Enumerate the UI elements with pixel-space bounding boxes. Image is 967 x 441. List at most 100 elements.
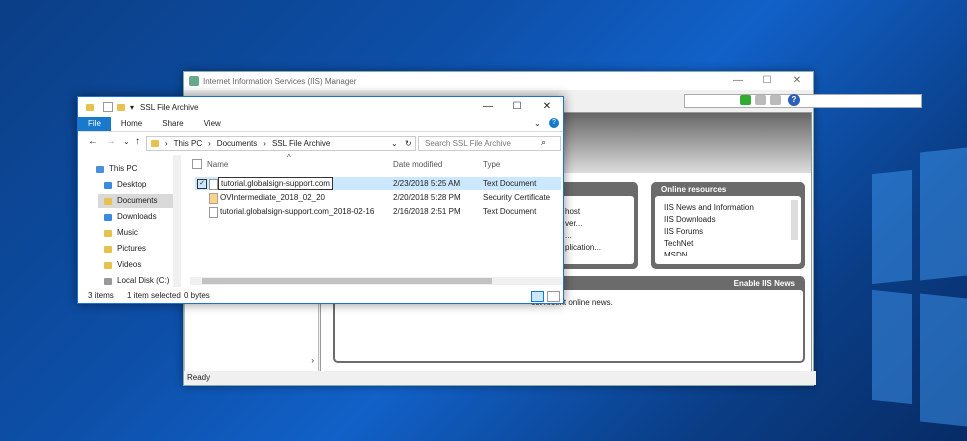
online-link[interactable]: IIS Downloads [664, 214, 754, 226]
explorer-maximize-button[interactable]: ☐ [502, 98, 532, 116]
panel-item[interactable]: ... [565, 230, 601, 242]
navigation-pane: This PC Desktop Documents Downloads Musi… [78, 155, 182, 287]
online-link[interactable]: IIS Forums [664, 226, 754, 238]
search-input[interactable]: Search SSL File Archive [418, 136, 561, 151]
online-link[interactable]: MSDN [664, 250, 754, 256]
refresh-icon[interactable] [770, 95, 781, 105]
iis-minimize-button[interactable]: — [723, 72, 753, 90]
column-header-type[interactable]: Type [483, 160, 500, 169]
online-link[interactable]: TechNet [664, 238, 754, 250]
iis-window-title: Internet Information Services (IIS) Mana… [203, 76, 357, 86]
iis-maximize-button[interactable]: ☐ [752, 72, 782, 90]
explorer-close-button[interactable]: ✕ [532, 98, 562, 116]
file-type: Text Document [483, 207, 537, 216]
sort-ascending-icon: ^ [287, 153, 291, 162]
sidebar-item-local-disk[interactable]: Local Disk (C:) [104, 274, 169, 288]
column-header-date[interactable]: Date modified [393, 160, 442, 169]
file-row[interactable]: OVIntermediate_2018_02_20 2/20/2018 5:28… [195, 191, 561, 204]
chevron-down-icon[interactable]: ⌄ [391, 139, 398, 148]
panel-item[interactable]: plication... [565, 242, 601, 254]
sidebar-item-this-pc[interactable]: This PC [96, 162, 137, 176]
file-name: OVIntermediate_2018_02_20 [220, 193, 325, 202]
documents-icon [104, 197, 112, 205]
folder-icon [151, 140, 159, 147]
horizontal-scrollbar[interactable] [190, 277, 562, 285]
explorer-window-title: SSL File Archive [140, 102, 199, 112]
scrollbar-thumb[interactable] [202, 278, 492, 284]
tab-file[interactable]: File [78, 117, 111, 131]
breadcrumb-item[interactable]: This PC [174, 139, 202, 148]
go-icon[interactable] [740, 95, 751, 105]
large-icons-view-icon[interactable] [547, 291, 560, 302]
scroll-right-icon[interactable]: › [311, 356, 314, 365]
certificate-icon [209, 193, 218, 204]
sidebar-item-music[interactable]: Music [104, 226, 138, 240]
row-checkbox[interactable]: ✓ [197, 179, 207, 189]
iis-address-bar[interactable] [684, 94, 922, 108]
iis-status-bar: Ready [184, 371, 816, 385]
sidebar-item-videos[interactable]: Videos [104, 258, 141, 272]
tab-home[interactable]: Home [111, 117, 152, 131]
new-folder-icon[interactable] [117, 103, 125, 111]
recent-dropdown-icon[interactable]: ⌄ [123, 137, 130, 146]
drive-icon [104, 277, 112, 285]
file-date: 2/23/2018 5:25 AM [393, 179, 461, 188]
item-count: 3 items [88, 291, 114, 300]
file-date: 2/20/2018 5:28 PM [393, 193, 461, 202]
file-explorer-window: ▾ SSL File Archive — ☐ ✕ File Home Share… [77, 96, 564, 304]
sidebar-item-downloads[interactable]: Downloads [104, 210, 157, 224]
videos-icon [104, 261, 112, 269]
explorer-minimize-button[interactable]: — [473, 98, 503, 116]
iis-app-icon [189, 76, 199, 86]
file-date: 2/16/2018 2:51 PM [393, 207, 461, 216]
connections-pane: › [184, 300, 319, 372]
sidebar-item-documents[interactable]: Documents [98, 194, 176, 208]
column-header-name[interactable]: Name [207, 160, 228, 169]
file-row[interactable]: tutorial.globalsign-support.com_2018-02-… [195, 205, 561, 218]
refresh-icon[interactable]: ↻ [405, 139, 412, 148]
ribbon-expand-icon[interactable]: ⌄ [534, 117, 541, 131]
iis-close-button[interactable]: ✕ [782, 72, 812, 90]
file-type: Security Certificate [483, 193, 551, 202]
ribbon-tabs: File Home Share View ⌄ ? [78, 117, 563, 132]
breadcrumb-item[interactable]: Documents [217, 139, 257, 148]
forward-icon[interactable]: → [106, 136, 116, 147]
help-icon[interactable]: ? [549, 118, 559, 128]
tab-view[interactable]: View [194, 117, 231, 131]
iis-title-bar: Internet Information Services (IIS) Mana… [184, 72, 813, 90]
navigation-bar: ← → ⌄ ↑ › This PC › Documents › SSL File… [78, 134, 563, 152]
online-resources-header: Online resources [661, 185, 727, 194]
desktop-icon [104, 181, 112, 189]
qat-dropdown-icon[interactable]: ▾ [130, 103, 134, 112]
back-icon[interactable]: ← [88, 136, 98, 147]
file-row[interactable]: ✓ tutorial.globalsign-support.com 2/23/2… [195, 177, 561, 190]
select-all-checkbox[interactable] [192, 159, 202, 169]
rename-input[interactable]: tutorial.globalsign-support.com [218, 177, 333, 190]
explorer-status-bar: 3 items 1 item selected 0 bytes [78, 289, 563, 303]
selection-size: 0 bytes [184, 291, 210, 300]
help-icon[interactable]: ? [788, 94, 800, 106]
selection-count: 1 item selected [127, 291, 181, 300]
details-view-icon[interactable] [531, 291, 544, 302]
online-resources-panel: Online resources IIS News and Informatio… [651, 182, 805, 269]
file-icon [209, 207, 218, 218]
properties-icon[interactable] [103, 102, 113, 112]
up-icon[interactable]: ↑ [135, 136, 140, 147]
sidebar-item-pictures[interactable]: Pictures [104, 242, 146, 256]
stop-icon[interactable] [755, 95, 766, 105]
search-icon[interactable]: ⌕ [541, 137, 546, 148]
tab-share[interactable]: Share [152, 117, 193, 131]
file-icon [209, 179, 218, 190]
folder-icon [86, 103, 94, 111]
sidebar-scrollbar[interactable] [173, 155, 181, 287]
computer-icon [96, 165, 104, 173]
online-scrollbar[interactable] [791, 200, 798, 240]
panel-item[interactable]: host [565, 206, 601, 218]
panel-item[interactable]: ver... [565, 218, 601, 230]
breadcrumb[interactable]: › This PC › Documents › SSL File Archive… [146, 136, 416, 151]
online-link[interactable]: IIS News and Information [664, 202, 754, 214]
downloads-icon [104, 213, 112, 221]
sidebar-item-desktop[interactable]: Desktop [104, 178, 146, 192]
file-type: Text Document [483, 179, 537, 188]
breadcrumb-item[interactable]: SSL File Archive [272, 139, 330, 148]
